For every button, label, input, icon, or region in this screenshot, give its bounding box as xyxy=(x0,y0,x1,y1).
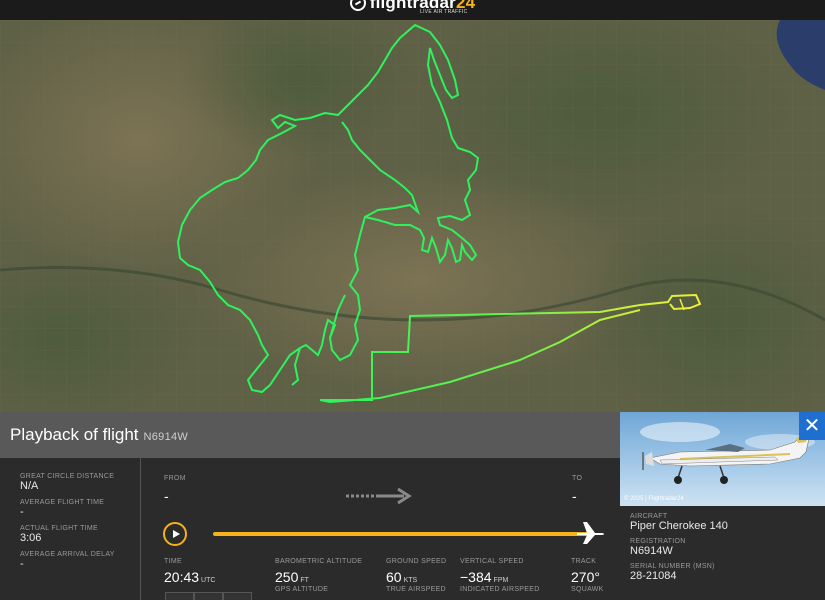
photo-credit: © 2025 | Flightradar24 xyxy=(624,496,684,502)
barometric-altitude-label: BAROMETRIC ALTITUDE xyxy=(275,558,363,565)
flight-number: N6914W xyxy=(143,431,189,443)
panel-header: Playback of flight N6914W xyxy=(0,412,620,458)
speed-button-2[interactable] xyxy=(194,592,223,600)
gps-altitude-label: GPS ALTITUDE xyxy=(275,586,329,593)
aircraft-value: Piper Cherokee 140 xyxy=(630,520,728,532)
speed-button-1[interactable] xyxy=(165,592,194,600)
actual-flight-time-value: 3:06 xyxy=(20,532,42,544)
plane-progress-icon[interactable] xyxy=(575,520,605,546)
satellite-map[interactable] xyxy=(0,20,825,412)
aircraft-card: © 2025 | Flightradar24 ✕ AIRCRAFT Piper … xyxy=(620,412,825,600)
playback-timeline[interactable] xyxy=(213,532,593,536)
close-icon[interactable]: ✕ xyxy=(799,412,825,440)
barometric-altitude-value: 250 FT xyxy=(275,569,309,585)
to-label: TO xyxy=(572,475,583,482)
great-circle-distance-value: N/A xyxy=(20,480,39,492)
serial-number-label: SERIAL NUMBER (MSN) xyxy=(630,563,715,570)
panel-title: Playback of flight xyxy=(10,425,139,444)
average-arrival-delay-label: AVERAGE ARRIVAL DELAY xyxy=(20,551,115,558)
from-value: - xyxy=(164,488,169,504)
aircraft-illustration xyxy=(640,422,815,484)
top-bar: flightradar24 LIVE AIR TRAFFIC xyxy=(0,0,825,20)
ground-speed-value: 60 KTS xyxy=(386,569,418,585)
track-label: TRACK xyxy=(571,558,597,565)
great-circle-distance-label: GREAT CIRCLE DISTANCE xyxy=(20,473,115,480)
average-arrival-delay-value: - xyxy=(20,558,24,570)
playback-speed-buttons xyxy=(165,592,252,600)
vertical-speed-label: VERTICAL SPEED xyxy=(460,558,524,565)
aircraft-photo[interactable]: © 2025 | Flightradar24 ✕ xyxy=(620,412,825,506)
average-flight-time-value: - xyxy=(20,506,24,518)
playback-controls: FROM - TO - TIME 20:43 UTC BAROMETRIC ALT… xyxy=(141,458,620,600)
speed-button-3[interactable] xyxy=(223,592,252,600)
play-button[interactable] xyxy=(163,522,187,546)
radar-logo-icon xyxy=(349,0,366,11)
ground-speed-label: GROUND SPEED xyxy=(386,558,447,565)
vertical-speed-value: −384 FPM xyxy=(460,569,509,585)
flight-stats: GREAT CIRCLE DISTANCE N/A AVERAGE FLIGHT… xyxy=(0,458,141,600)
registration-value: N6914W xyxy=(630,545,673,557)
registration-label: REGISTRATION xyxy=(630,538,686,545)
serial-number-value: 28-21084 xyxy=(630,570,677,582)
aircraft-details: AIRCRAFT Piper Cherokee 140 REGISTRATION… xyxy=(620,506,825,595)
squawk-label: SQUAWK xyxy=(571,586,604,593)
map-canvas[interactable] xyxy=(0,20,825,412)
route-arrow-icon xyxy=(346,487,412,505)
playback-panel: Playback of flight N6914W GREAT CIRCLE D… xyxy=(0,412,620,600)
to-value: - xyxy=(572,488,577,504)
indicated-airspeed-label: INDICATED AIRSPEED xyxy=(460,586,540,593)
average-flight-time-label: AVERAGE FLIGHT TIME xyxy=(20,499,105,506)
logo-tagline: LIVE AIR TRAFFIC xyxy=(420,9,468,15)
aircraft-label: AIRCRAFT xyxy=(630,513,668,520)
track-value: 270° xyxy=(571,569,600,585)
time-value: 20:43 UTC xyxy=(164,569,216,585)
from-label: FROM xyxy=(164,475,186,482)
time-label: TIME xyxy=(164,558,182,565)
actual-flight-time-label: ACTUAL FLIGHT TIME xyxy=(20,525,99,532)
true-airspeed-label: TRUE AIRSPEED xyxy=(386,586,446,593)
